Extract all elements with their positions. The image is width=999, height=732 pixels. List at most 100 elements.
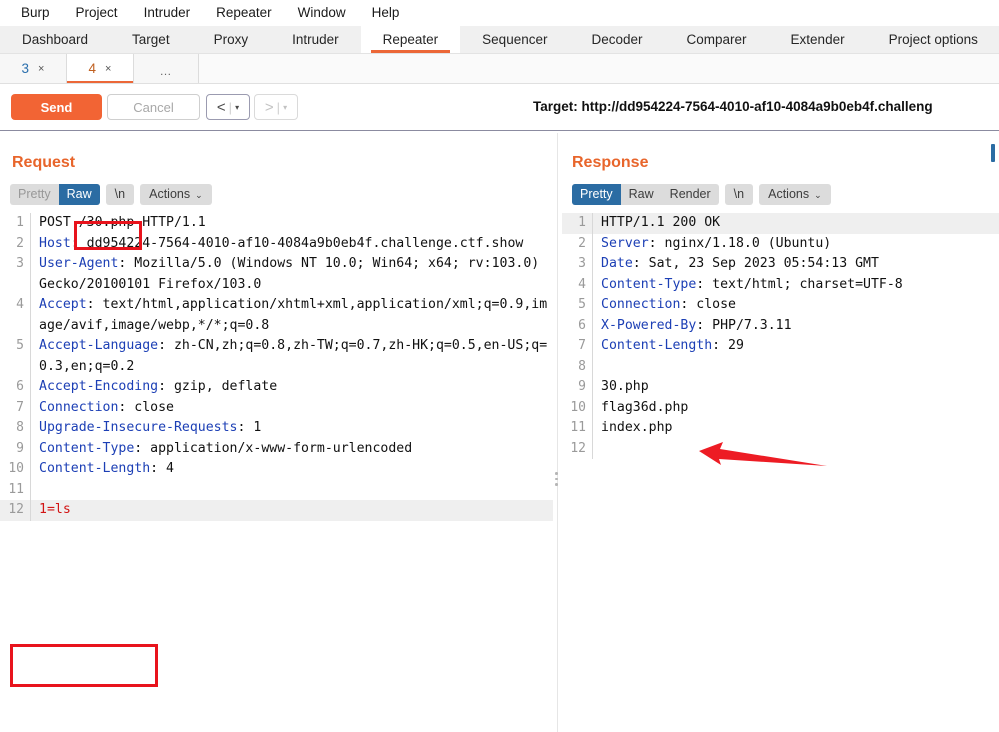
response-view-raw[interactable]: Raw [621,184,662,205]
line-number: 10 [570,399,586,415]
line-number: 10 [8,461,24,476]
response-editor[interactable]: 1 HTTP/1.1 200 OK 2 Server: nginx/1.18.0 (U… [562,213,999,732]
tab-extender[interactable]: Extender [769,26,867,53]
code-line-text [592,438,999,459]
chevron-down-icon: ▾ [283,102,288,112]
header-name: Accept-Encoding [39,379,159,394]
code-line-text: 1=ls [30,500,553,521]
close-icon[interactable]: × [105,63,111,75]
request-panel: Request Pretty Raw \n Actions ⌄ 1 POST /30… [0,133,553,732]
code-line-text: Content-Length: 4 [30,459,553,480]
line-number: 3 [16,256,24,271]
menu-item-help[interactable]: Help [359,0,413,26]
code-line: 6 X-Powered-By: PHP/7.3.11 [562,315,999,336]
header-name: Connection [39,399,119,415]
line-number: 4 [16,297,24,312]
code-line-text: Content-Type: text/html; charset=UTF-8 [592,274,999,295]
code-line: 4 Accept: text/html,application/xhtml+xml… [0,295,553,336]
code-line-text: Server: nginx/1.18.0 (Ubuntu) [592,233,999,254]
response-actions-button[interactable]: Actions ⌄ [759,184,831,205]
response-newline-toggle[interactable]: \n [724,184,754,205]
code-text: : gzip, deflate [158,379,278,394]
repeater-tab-overflow[interactable]: … [134,54,199,83]
line-number: 7 [578,338,586,353]
line-number: 8 [578,358,586,374]
menu-item-window[interactable]: Window [285,0,359,26]
menu-item-burp[interactable]: Burp [8,0,63,26]
tab-decoder[interactable]: Decoder [569,26,664,53]
previous-request-button[interactable]: < | ▾ [206,94,250,120]
send-button[interactable]: Send [11,94,102,120]
response-view-render[interactable]: Render [662,184,719,205]
repeater-tab-3[interactable]: 3 × [0,54,67,83]
code-text: : close [680,297,736,312]
response-view-mode-group: Pretty Raw Render [572,184,719,205]
code-line: 7 Content-Length: 29 [562,336,999,357]
tab-target[interactable]: Target [110,26,192,53]
code-text: : Sat, 23 Sep 2023 05:54:13 GMT [632,256,879,271]
grip-dot-icon [555,472,558,475]
menu-item-project[interactable]: Project [63,0,131,26]
code-line-text: Content-Length: 29 [592,336,999,357]
request-editor[interactable]: 1 POST /30.php HTTP/1.1 2 Host: dd954224-75… [0,213,553,732]
menu-item-intruder[interactable]: Intruder [131,0,204,26]
header-name: Content-Length [601,338,713,353]
panel-divider [557,133,558,732]
code-line-text: Accept-Encoding: gzip, deflate [30,377,553,398]
code-line-text [30,479,553,500]
chevron-down-icon: ⌄ [814,190,822,200]
code-line: 11 [0,479,553,500]
response-toolbar: Pretty Raw Render \n Actions ⌄ [572,184,999,205]
divider: | [228,99,233,115]
response-view-pretty[interactable]: Pretty [572,184,621,205]
code-line-text: Accept: text/html,application/xhtml+xml,… [30,295,553,336]
line-number: 2 [16,235,24,251]
header-name: Content-Length [39,461,151,476]
code-line: 9 30.php [562,377,999,398]
code-text: : PHP/7.3.11 [696,317,792,333]
cancel-button[interactable]: Cancel [107,94,200,120]
request-view-mode-group: Pretty Raw [10,184,100,205]
panel-split-handle[interactable] [553,466,560,492]
response-scrollbar-thumb[interactable] [991,144,995,162]
tab-dashboard[interactable]: Dashboard [0,26,110,53]
code-line-text: flag36d.php [592,397,999,418]
tab-intruder[interactable]: Intruder [270,26,361,53]
code-line: 8 [562,356,999,377]
tab-project-options[interactable]: Project options [867,26,999,53]
grip-dot-icon [555,477,558,481]
body-param: 1=ls [39,502,71,517]
header-name: Server [601,235,649,251]
code-line-text: User-Agent: Mozilla/5.0 (Windows NT 10.0… [30,254,553,295]
line-number: 5 [16,338,24,353]
request-toolbar: Pretty Raw \n Actions ⌄ [10,184,553,205]
request-actions-button[interactable]: Actions ⌄ [140,184,212,205]
code-text: : 1 [237,420,262,435]
tab-repeater[interactable]: Repeater [360,26,461,53]
code-text: : nginx/1.18.0 (Ubuntu) [648,235,832,251]
header-name: Connection [601,297,681,312]
close-icon[interactable]: × [38,63,44,75]
code-line: 5 Accept-Language: zh-CN,zh;q=0.8,zh-TW;q… [0,336,553,377]
code-text: flag36d.php [601,399,689,415]
request-newline-toggle[interactable]: \n [105,184,135,205]
line-number: 9 [16,440,24,456]
line-number: 6 [578,317,586,333]
code-line-text: 30.php [592,377,999,398]
code-line-text: HTTP/1.1 200 OK [592,213,999,234]
code-text: : text/html; charset=UTF-8 [696,276,903,292]
request-view-raw[interactable]: Raw [58,184,100,205]
tab-proxy[interactable]: Proxy [192,26,271,53]
menu-item-repeater[interactable]: Repeater [203,0,285,26]
tab-comparer[interactable]: Comparer [665,26,769,53]
repeater-tab-4[interactable]: 4 × [67,54,134,83]
tab-sequencer[interactable]: Sequencer [460,26,569,53]
code-text: : 29 [712,338,744,353]
next-request-button[interactable]: > | ▾ [254,94,298,120]
header-name: Host [39,235,71,251]
code-text: : dd954224-7564-4010-af10-4084a9b0eb4f.c… [70,235,524,251]
header-name: Date [601,256,633,271]
request-view-pretty[interactable]: Pretty [10,184,59,205]
code-line-text: Host: dd954224-7564-4010-af10-4084a9b0eb… [30,233,553,254]
chevron-left-icon: < [216,98,226,116]
